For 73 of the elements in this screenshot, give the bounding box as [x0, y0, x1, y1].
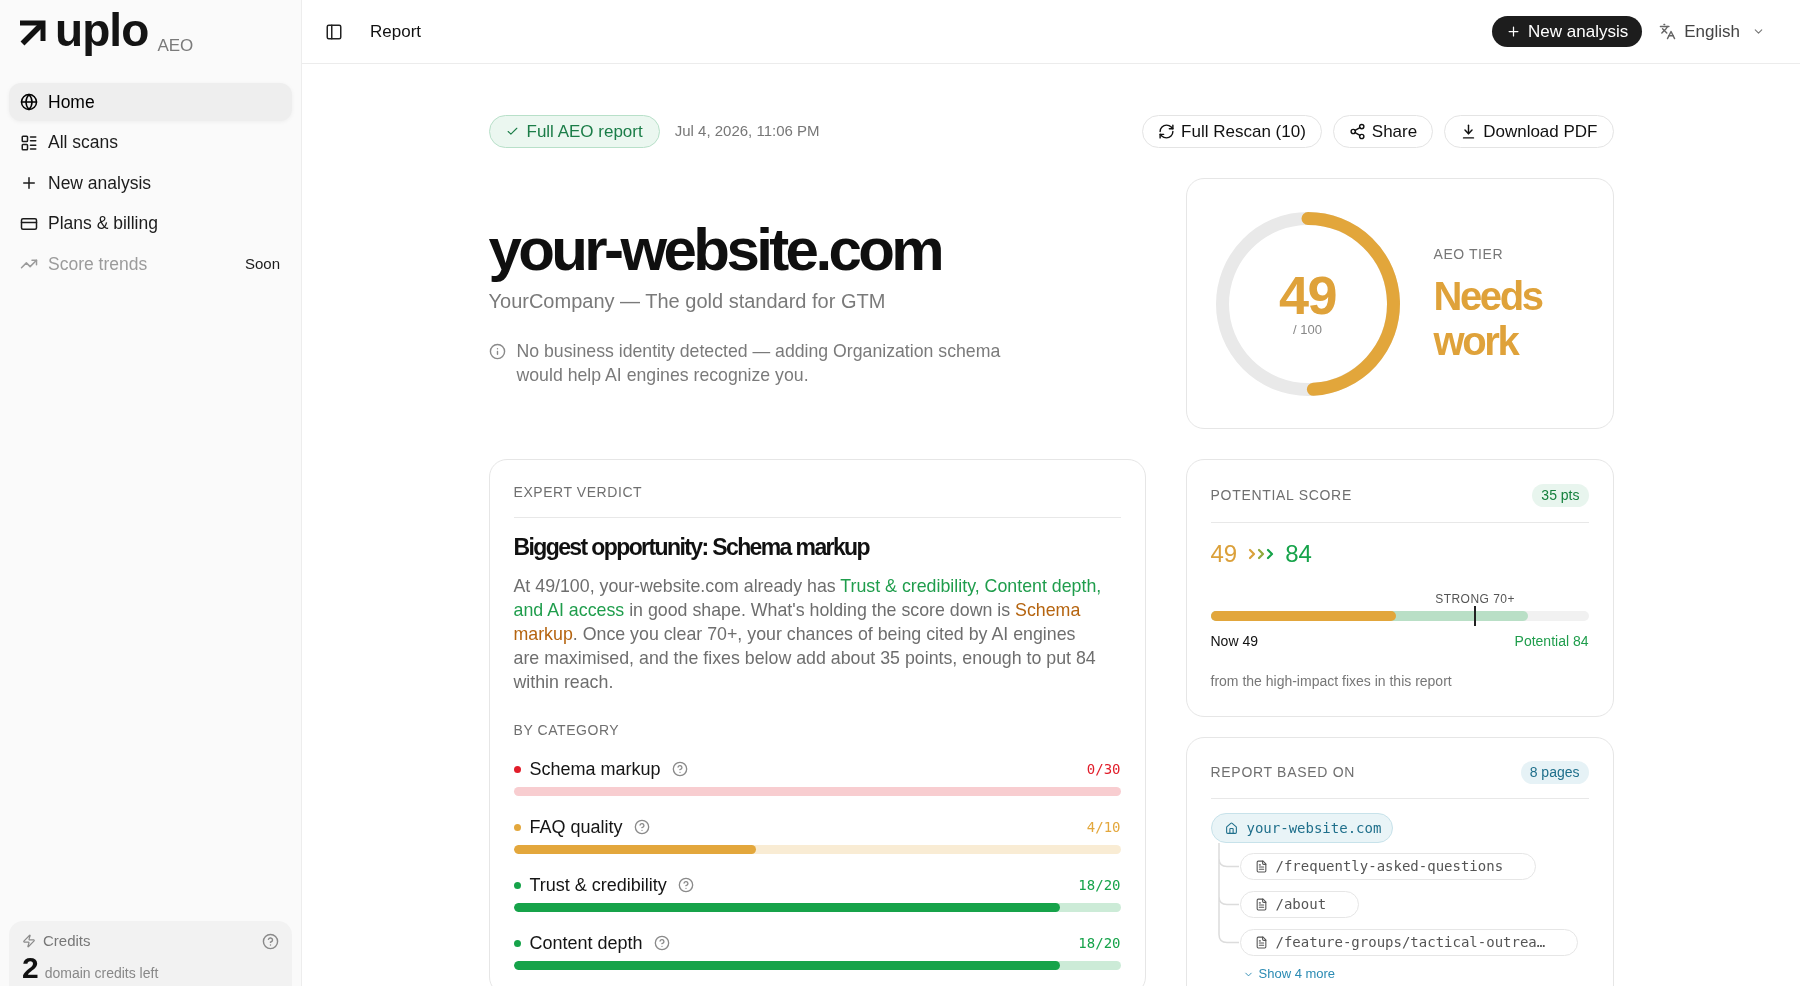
section-label: POTENTIAL SCORE [1210, 485, 1352, 505]
page-link[interactable]: /feature-groups/tactical-outrea… [1239, 929, 1579, 956]
category-name: Content depth [529, 931, 643, 955]
potential-label: Potential 84 [1514, 632, 1589, 651]
threshold-label: STRONG 70+ [1435, 591, 1515, 607]
section-label: REPORT BASED ON [1210, 762, 1356, 782]
nav-item[interactable]: Plans & billing [9, 204, 292, 243]
tier-label: AEO TIER [1433, 244, 1505, 264]
domain-link[interactable]: your-website.com [1210, 813, 1394, 843]
help-icon[interactable] [262, 932, 279, 950]
globe-icon [20, 93, 38, 111]
rescan-button[interactable]: Full Rescan (10) [1142, 115, 1322, 148]
page-title: Report [370, 20, 422, 43]
category-name: Schema markup [529, 757, 661, 781]
plus-icon [20, 174, 38, 192]
help-icon[interactable] [653, 935, 670, 951]
new-analysis-button[interactable]: New analysis [1492, 16, 1643, 47]
category-score: 18/20 [1078, 875, 1121, 895]
site-tagline: YourCompany — The gold standard for GTM [488, 289, 886, 314]
help-icon[interactable] [671, 761, 688, 777]
document-icon [1254, 898, 1268, 911]
section-label: EXPERT VERDICT [513, 483, 644, 502]
house-icon [1224, 821, 1238, 835]
verdict-summary: At 49/100, your-website.com already has Trust & credibility, Content depth, and AI access in good shape. What's holding the score down is Schema markup. Once you clear 70+, your chances of being cited by AI engines are maximised, and the fixes below add about 35 points, enough to put 84 within reach. [513, 575, 1103, 694]
language-select[interactable]: English [1659, 18, 1765, 45]
points-tag: 35 pts [1532, 483, 1589, 507]
score-max: / 100 [1293, 321, 1322, 338]
current-score: 49 [1210, 539, 1238, 569]
brand-tag: AEO [157, 37, 194, 54]
logo-arrow-icon [20, 20, 46, 46]
check-icon [505, 125, 519, 138]
report-type-label: Full AEO report [526, 120, 643, 143]
grid-list-icon [20, 133, 38, 152]
nav-item[interactable]: Home [9, 83, 292, 121]
soon-label: Soon [244, 253, 281, 274]
category-name: FAQ quality [529, 815, 623, 839]
lightning-icon [22, 934, 36, 948]
section-label: BY CATEGORY [513, 721, 621, 740]
page-link[interactable]: /frequently-asked-questions [1239, 853, 1537, 880]
sidebar-toggle-icon[interactable] [325, 22, 343, 41]
category-name: Trust & credibility [529, 873, 667, 897]
score-value: 49 [1279, 269, 1336, 320]
chevrons-icon [1248, 547, 1275, 561]
nav-item[interactable]: New analysis [9, 164, 292, 202]
show-more-link[interactable]: Show 4 more [1242, 966, 1336, 982]
help-icon[interactable] [677, 877, 694, 893]
help-icon[interactable] [633, 819, 650, 835]
credits-count: 2 [22, 952, 39, 984]
translate-icon [1659, 23, 1677, 40]
document-icon [1254, 936, 1268, 949]
nav-item[interactable]: All scans [9, 123, 292, 162]
identity-notice: No business identity detected — adding Organization schema would help AI engines recognize you. [516, 340, 1002, 387]
verdict-title: Biggest opportunity: Schema markup [513, 533, 871, 562]
credits-label: Credits [43, 930, 91, 951]
document-icon [1254, 860, 1268, 873]
potential-note: from the high-impact fixes in this report [1210, 672, 1453, 691]
domain-title: your-website.com [488, 220, 942, 280]
category-score: 0/30 [1086, 759, 1121, 779]
share-icon [1348, 123, 1366, 140]
info-icon [488, 343, 506, 360]
potential-score: 84 [1285, 539, 1312, 569]
category-score: 4/10 [1086, 817, 1121, 837]
share-button[interactable]: Share [1332, 115, 1434, 148]
tier-value: Needs work [1433, 273, 1544, 364]
download-pdf-button[interactable]: Download PDF [1444, 115, 1614, 148]
category-score: 18/20 [1078, 933, 1121, 953]
credits-caption: domain credits left [44, 964, 159, 983]
pages-tag: 8 pages [1520, 760, 1589, 784]
page-link[interactable]: /about [1239, 891, 1360, 918]
current-label: Now 49 [1210, 632, 1258, 651]
report-date: Jul 4, 2026, 11:06 PM [674, 121, 820, 142]
plus-icon [1506, 24, 1522, 39]
refresh-icon [1158, 123, 1176, 140]
